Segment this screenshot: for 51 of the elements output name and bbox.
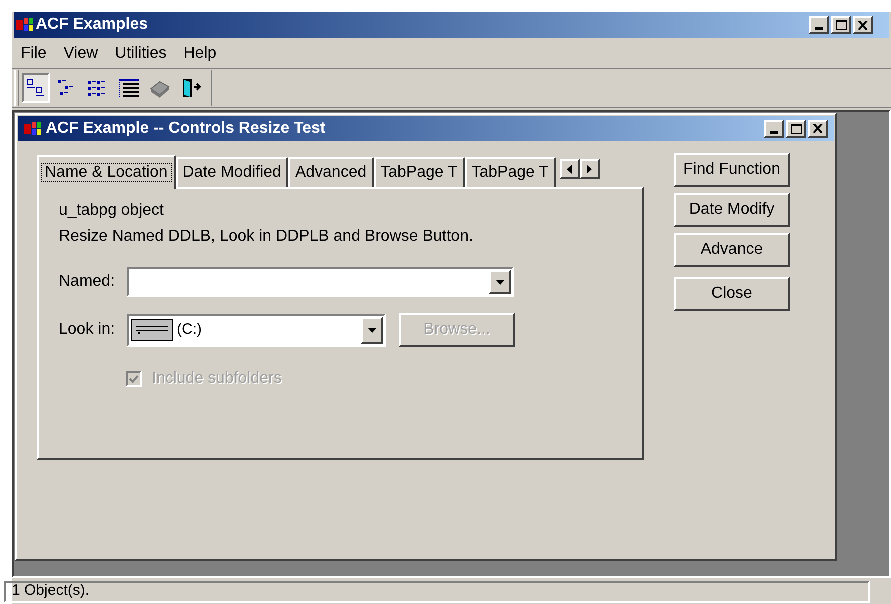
maximize-icon [836, 20, 846, 30]
menu-item[interactable]: File [21, 42, 47, 66]
toolbar-button[interactable] [22, 73, 50, 103]
tab[interactable]: Date Modified [176, 157, 288, 187]
tab[interactable]: TabPage T [374, 157, 465, 187]
command-button[interactable]: Date Modify [674, 193, 790, 227]
caret-right-icon [587, 164, 592, 174]
app-icon [16, 17, 34, 33]
exit-door-icon [180, 77, 202, 99]
look-in-label: Look in: [59, 320, 116, 340]
scroll-right-button[interactable] [580, 159, 600, 179]
dropdown-button[interactable] [489, 270, 511, 294]
command-button[interactable]: Find Function [674, 153, 790, 187]
tab-page-description: Resize Named DDLB, Look in DDPLB and Browse Button. [59, 227, 474, 247]
command-button[interactable]: Advance [674, 233, 790, 267]
status-text: 1 Object(s). [12, 581, 90, 602]
tab-page-title: u_tabpg object [59, 201, 165, 221]
caret-left-icon [567, 164, 572, 174]
drive-icon [131, 319, 173, 341]
dropdown-button[interactable] [361, 316, 383, 344]
maximize-button[interactable] [786, 120, 806, 138]
named-label: Named: [59, 272, 116, 292]
close-icon [813, 124, 823, 133]
checkmark-icon [129, 374, 139, 384]
minimize-button[interactable] [809, 16, 829, 34]
maximize-icon [790, 124, 802, 134]
menu-item[interactable]: Utilities [115, 42, 167, 66]
caret-down-icon [496, 280, 504, 284]
minimize-button[interactable] [764, 120, 784, 138]
maximize-button[interactable] [831, 16, 851, 34]
look-in-value: (C:) [177, 320, 202, 340]
minimize-icon [770, 130, 778, 134]
close-button[interactable] [808, 120, 828, 138]
app-icon [24, 120, 42, 136]
grid-icon [117, 77, 141, 99]
tab[interactable]: Name & Location [37, 155, 176, 189]
document-list-icon [25, 77, 47, 99]
scroll-left-button[interactable] [560, 159, 580, 179]
named-dropdown[interactable] [127, 267, 514, 297]
command-button[interactable]: Close [674, 277, 790, 311]
close-button[interactable] [853, 16, 873, 34]
caret-down-icon [368, 328, 376, 332]
close-icon [858, 20, 868, 30]
tab[interactable]: Advanced [288, 157, 374, 187]
menu-item[interactable]: Help [184, 42, 217, 66]
menu-item[interactable]: View [64, 42, 98, 66]
look-in-dropdown[interactable]: (C:) [127, 314, 386, 346]
window-title: ACF Examples [36, 15, 148, 35]
minimize-icon [815, 27, 823, 30]
child-window-title: ACF Example -- Controls Resize Test [46, 118, 326, 138]
tab[interactable]: TabPage T [464, 157, 556, 187]
